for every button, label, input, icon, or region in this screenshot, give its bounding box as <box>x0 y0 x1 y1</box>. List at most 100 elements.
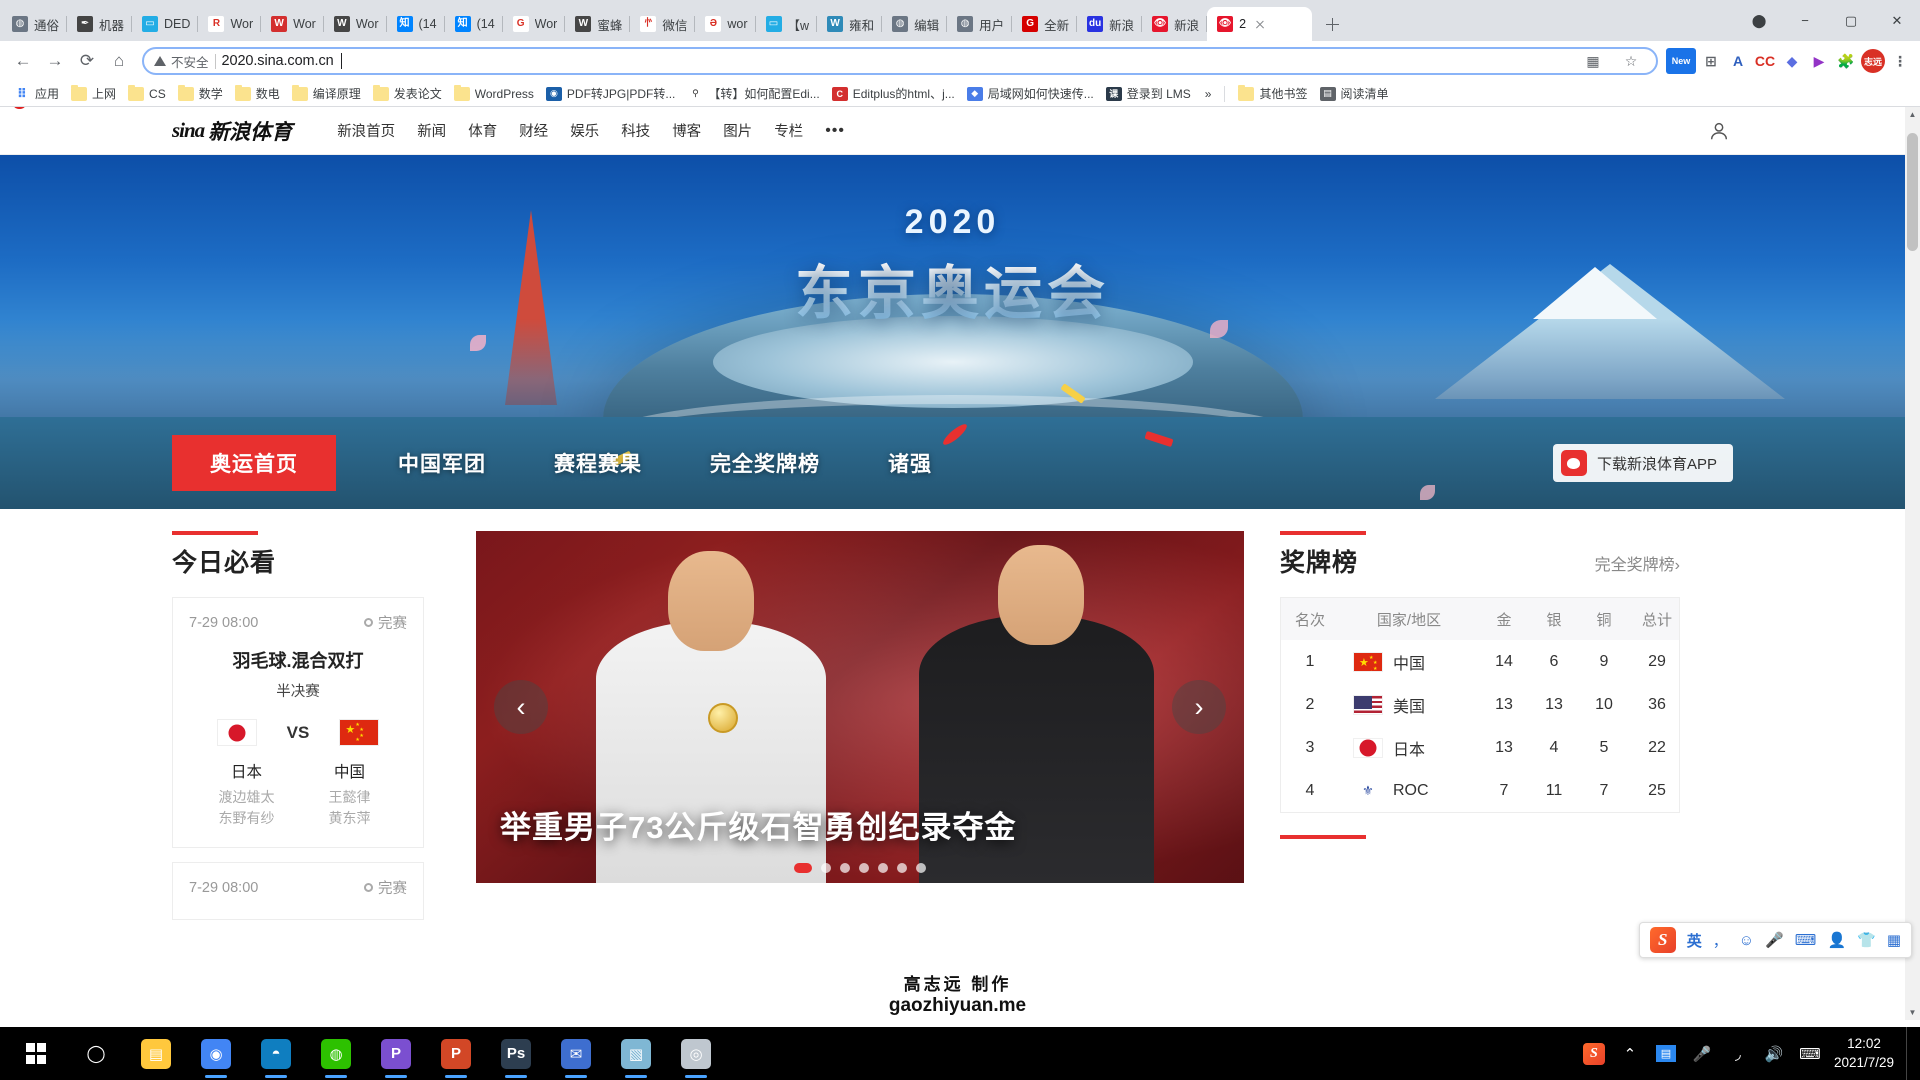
home-icon[interactable]: ⌂ <box>104 46 134 76</box>
forward-icon[interactable]: → <box>40 46 70 76</box>
site-nav-item-4[interactable]: 娱乐 <box>559 120 610 141</box>
chrome-menu[interactable]: ⋮ <box>1888 49 1912 73</box>
bookmark-item[interactable]: ◆ 局域网如何快速传... <box>961 83 1100 104</box>
bookmark-star-icon[interactable]: ☆ <box>1616 50 1646 72</box>
close-window-button[interactable]: ✕ <box>1874 0 1920 41</box>
keyboard-icon[interactable]: ⌨ <box>1792 1027 1828 1080</box>
show-desktop-button[interactable] <box>1906 1027 1914 1080</box>
edge-icon[interactable]: ◓ <box>246 1027 306 1080</box>
olympics-nav-item-2[interactable]: 赛程赛果 <box>520 448 676 478</box>
browser-tab[interactable]: R Wor <box>198 7 261 41</box>
table-row[interactable]: 3 日本 13 4 5 22 <box>1281 726 1679 769</box>
match-card[interactable]: 7-29 08:00 完赛 羽毛球.混合双打 半决赛 VS ★ ★ ★ ★ ★ 日本 渡边雄太 东野有纱… <box>172 597 424 848</box>
carousel-next-button[interactable]: › <box>1172 680 1226 734</box>
scroll-up-arrow[interactable]: ▲ <box>1905 107 1920 122</box>
browser-tab[interactable]: ◍ 编辑 <box>882 7 948 41</box>
bookmark-item[interactable]: C Editplus的html、j... <box>826 83 961 104</box>
ime-language-mode[interactable]: 英 <box>1687 930 1702 951</box>
carousel-dot-3[interactable] <box>840 863 850 873</box>
ime-tool-0[interactable]: ， <box>1713 930 1728 951</box>
browser-tab[interactable]: 知 (14 <box>387 7 445 41</box>
site-nav-item-0[interactable]: 新浪首页 <box>326 120 406 141</box>
carousel-dot-7[interactable] <box>916 863 926 873</box>
ime-tool-5[interactable]: 👕 <box>1857 931 1876 949</box>
taskbar-clock[interactable]: 12:02 2021/7/29 <box>1828 1035 1906 1071</box>
bookmark-item[interactable]: ⚲ 【转】如何配置Edi... <box>681 83 825 104</box>
download-app-button[interactable]: 下载新浪体育APP <box>1552 444 1733 482</box>
sina-sports-logo[interactable]: sina 新浪体育 <box>13 107 292 146</box>
bookmarks-overflow-button[interactable]: » <box>1199 85 1218 103</box>
ime-tool-4[interactable]: 👤 <box>1827 931 1846 949</box>
bookmark-item[interactable]: 发表论文 <box>367 83 448 104</box>
scrollbar-thumb[interactable] <box>1907 133 1918 251</box>
profile-avatar[interactable]: 志远 <box>1861 49 1885 73</box>
browser-tab[interactable]: W 蜜蜂 <box>565 7 631 41</box>
page-scrollbar[interactable]: ▲ ▼ <box>1905 107 1920 1020</box>
nav-more-icon[interactable]: ••• <box>814 122 856 140</box>
carousel-dot-4[interactable] <box>859 863 869 873</box>
bookmark-item[interactable]: 上网 <box>65 83 122 104</box>
ime-tool-3[interactable]: ⌨ <box>1795 931 1817 949</box>
maximize-button[interactable]: ▢ <box>1828 0 1874 41</box>
olympics-nav-item-3[interactable]: 完全奖牌榜 <box>676 448 854 478</box>
volume-icon[interactable]: 🔊 <box>1756 1027 1792 1080</box>
new-tab-button[interactable] <box>1318 10 1346 38</box>
ime-tool-2[interactable]: 🎤 <box>1765 931 1784 949</box>
sogou-ime-icon[interactable]: S <box>1576 1027 1612 1080</box>
new-badge[interactable]: New <box>1666 48 1696 74</box>
ext-translate[interactable]: A <box>1726 49 1750 73</box>
browser-tab[interactable]: G 全新 <box>1012 7 1078 41</box>
ext-diamond[interactable]: ◆ <box>1780 49 1804 73</box>
bookmark-item[interactable]: 其他书签 <box>1232 83 1313 104</box>
ext-puzzle[interactable]: 🧩 <box>1834 49 1858 73</box>
bookmark-item[interactable]: WordPress <box>448 84 540 103</box>
site-nav-item-2[interactable]: 体育 <box>457 120 508 141</box>
address-bar[interactable]: 不安全 2020.sina.com.cn ▦ ☆ <box>142 47 1658 75</box>
site-nav-item-6[interactable]: 博客 <box>661 120 712 141</box>
table-row[interactable]: 4 ⚜ ROC 7 11 7 25 <box>1281 769 1679 812</box>
qr-code-icon[interactable]: ▦ <box>1578 50 1608 72</box>
minimize-button[interactable]: − <box>1782 0 1828 41</box>
browser-tab[interactable]: ◍ 用户 <box>947 7 1013 41</box>
sogou-ime-toolbar[interactable]: S 英 ， ☺ 🎤 ⌨ 👤 👕 ▦ <box>1638 922 1912 958</box>
bookmark-item[interactable]: ◉ PDF转JPG|PDF转... <box>540 83 681 104</box>
browser-tab[interactable]: ▭ DED <box>132 7 199 41</box>
full-medal-table-link[interactable]: 完全奖牌榜› <box>1595 551 1680 575</box>
site-nav-item-3[interactable]: 财经 <box>508 120 559 141</box>
chrome-profile-pill[interactable]: ⬤ <box>1736 0 1782 41</box>
olympics-nav-item-1[interactable]: 中国军团 <box>364 448 520 478</box>
browser-tab[interactable]: ◍ 通俗 <box>2 7 68 41</box>
close-icon[interactable] <box>1252 16 1268 32</box>
chrome-icon[interactable]: ◉ <box>186 1027 246 1080</box>
browser-tab[interactable]: du 新浪 <box>1077 7 1143 41</box>
table-row[interactable]: 2 美国 13 13 10 36 <box>1281 683 1679 726</box>
browser-tab[interactable]: ▭ 【w <box>756 7 818 41</box>
site-nav-item-1[interactable]: 新闻 <box>406 120 457 141</box>
browser-tab[interactable]: W Wor <box>261 7 324 41</box>
wifi-icon[interactable]: ◞ <box>1720 1027 1756 1080</box>
bookmark-item[interactable]: 数学 <box>172 83 229 104</box>
olympics-nav-item-4[interactable]: 诸强 <box>854 448 966 478</box>
ime-tool-6[interactable]: ▦ <box>1887 931 1901 949</box>
bookmark-item[interactable]: 数电 <box>229 83 286 104</box>
carousel-prev-button[interactable]: ‹ <box>494 680 548 734</box>
browser-tab[interactable]: ✒ 机器 <box>67 7 133 41</box>
site-nav-item-7[interactable]: 图片 <box>712 120 763 141</box>
bookmark-item[interactable]: 编译原理 <box>286 83 367 104</box>
browser-tab[interactable]: W 雍和 <box>817 7 883 41</box>
browser-icon[interactable]: ◎ <box>666 1027 726 1080</box>
browser-tab[interactable]: Əwor <box>695 7 756 41</box>
reload-icon[interactable]: ⟳ <box>72 46 102 76</box>
photoshop-icon[interactable]: Ps <box>486 1027 546 1080</box>
browser-tab[interactable]: G Wor <box>503 7 566 41</box>
carousel-dot-6[interactable] <box>897 863 907 873</box>
match-card[interactable]: 7-29 08:00 完赛 <box>172 862 424 920</box>
site-nav-item-8[interactable]: 专栏 <box>763 120 814 141</box>
browser-tab-active[interactable]: 👁 2 <box>1207 7 1313 41</box>
bookmark-item[interactable]: CS <box>122 84 172 103</box>
browser-tab[interactable]: 知 (14 <box>445 7 503 41</box>
url-text[interactable]: 2020.sina.com.cn <box>222 53 334 69</box>
browser-tab[interactable]: 㣺微信 <box>630 7 696 41</box>
scroll-down-arrow[interactable]: ▼ <box>1905 1005 1920 1020</box>
browser-tab[interactable]: 👁 新浪 <box>1142 7 1208 41</box>
